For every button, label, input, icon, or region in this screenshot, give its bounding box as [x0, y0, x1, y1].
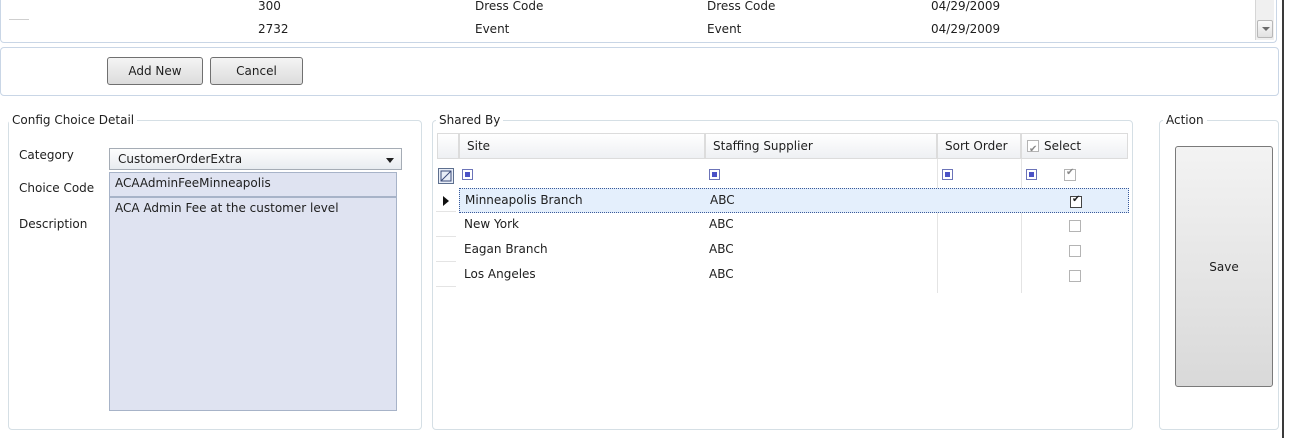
cell-site: Eagan Branch — [464, 242, 548, 256]
cell-site: New York — [464, 217, 519, 231]
cell-name: Dress Code — [475, 0, 544, 13]
clear-filter-icon[interactable] — [438, 168, 454, 184]
column-header-select-label: Select — [1044, 139, 1082, 153]
table-row[interactable]: New York ABC — [459, 213, 1129, 238]
cell-supplier: ABC — [709, 217, 734, 231]
filter-site-icon[interactable] — [462, 169, 473, 180]
row-header-corner — [437, 133, 459, 159]
category-label: Category — [19, 148, 74, 162]
cell-description: Dress Code — [707, 0, 776, 13]
action-group: Action Save — [1159, 112, 1279, 430]
filter-sort-order-icon[interactable] — [942, 169, 953, 180]
category-select[interactable]: CustomerOrderExtra — [109, 148, 402, 170]
cell-id: 300 — [258, 0, 281, 13]
column-header-site[interactable]: Site — [459, 133, 705, 159]
category-value: CustomerOrderExtra — [118, 152, 243, 166]
cell-description: Event — [707, 22, 742, 36]
column-header-staffing-supplier[interactable]: Staffing Supplier — [705, 133, 937, 159]
row-selector[interactable] — [436, 212, 456, 237]
add-new-button[interactable]: Add New — [107, 57, 203, 85]
choice-code-field[interactable]: ACAAdminFeeMinneapolis — [109, 172, 397, 197]
shared-by-title: Shared By — [436, 112, 504, 128]
row-selector[interactable] — [436, 187, 456, 212]
select-all-checkbox[interactable] — [1027, 138, 1039, 162]
choice-code-label: Choice Code — [19, 181, 95, 195]
vertical-scrollbar[interactable] — [1255, 0, 1274, 40]
window-edge — [1282, 0, 1284, 438]
table-row[interactable]: 300 Dress Code Dress Code 04/29/2009 — [1, 0, 1251, 16]
config-detail-group: Config Choice Detail Category CustomerOr… — [8, 112, 422, 430]
description-label: Description — [19, 217, 88, 231]
row-selector[interactable] — [436, 262, 456, 287]
filter-select-checkbox[interactable] — [1064, 167, 1076, 181]
table-row[interactable]: Eagan Branch ABC — [459, 238, 1129, 263]
chevron-down-icon — [386, 158, 394, 163]
column-header-select[interactable]: Select — [1021, 133, 1128, 162]
action-title: Action — [1163, 112, 1207, 128]
filter-supplier-icon[interactable] — [709, 169, 720, 180]
cell-name: Event — [475, 22, 510, 36]
row-select-checkbox[interactable] — [1069, 245, 1081, 257]
choices-grid: 300 Dress Code Dress Code 04/29/2009 273… — [0, 0, 1277, 43]
button-bar: Add New Cancel — [0, 47, 1279, 96]
table-row[interactable]: 2732 Event Event 04/29/2009 — [1, 19, 1251, 39]
choice-code-value: ACAAdminFeeMinneapolis — [115, 176, 271, 190]
cell-date: 04/29/2009 — [931, 0, 1001, 13]
scroll-down-icon[interactable] — [1257, 20, 1273, 38]
cell-supplier: ABC — [709, 267, 734, 281]
cell-supplier: ABC — [710, 193, 735, 207]
cell-date: 04/29/2009 — [931, 22, 1001, 36]
row-select-checkbox[interactable] — [1070, 194, 1082, 208]
description-field[interactable]: ACA Admin Fee at the customer level — [109, 197, 397, 411]
shared-by-group: Shared By Site Staffing Supplier Sort Or… — [432, 112, 1133, 430]
row-selector[interactable] — [436, 237, 456, 262]
description-value: ACA Admin Fee at the customer level — [115, 201, 339, 215]
row-select-checkbox[interactable] — [1069, 220, 1081, 232]
table-row[interactable]: Minneapolis Branch ABC — [459, 188, 1129, 213]
cancel-button[interactable]: Cancel — [210, 57, 303, 85]
row-select-checkbox[interactable] — [1069, 270, 1081, 282]
save-button[interactable]: Save — [1175, 146, 1273, 387]
config-detail-title: Config Choice Detail — [9, 112, 138, 128]
filter-select-icon[interactable] — [1026, 169, 1037, 180]
save-button-label: Save — [1209, 260, 1239, 274]
cell-site: Los Angeles — [464, 267, 536, 281]
cell-id: 2732 — [258, 22, 289, 36]
cell-site: Minneapolis Branch — [465, 193, 583, 207]
column-header-sort-order[interactable]: Sort Order — [937, 133, 1021, 159]
cell-supplier: ABC — [709, 242, 734, 256]
table-row[interactable]: Los Angeles ABC — [459, 263, 1129, 288]
